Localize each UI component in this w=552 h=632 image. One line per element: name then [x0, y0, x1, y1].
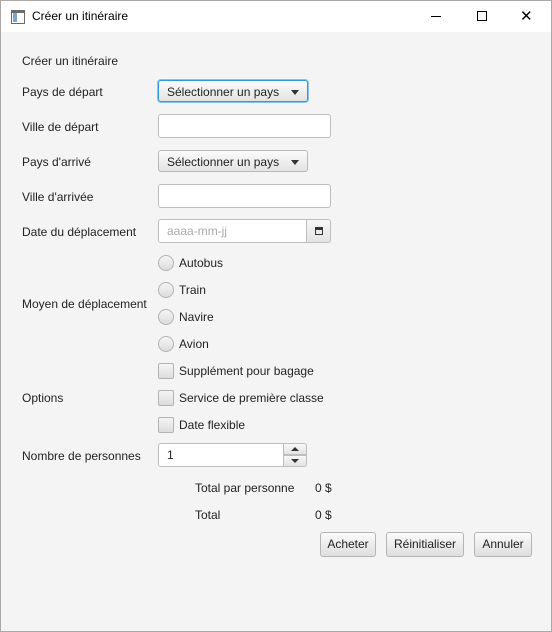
- radio-label: Navire: [179, 310, 214, 324]
- chevron-down-icon: [291, 459, 299, 463]
- app-icon: [11, 10, 25, 24]
- minimize-button[interactable]: [413, 1, 459, 32]
- total-per-person-label: Total par personne: [195, 481, 295, 495]
- total-label: Total: [195, 508, 221, 522]
- decrement-button[interactable]: [283, 455, 307, 467]
- options-label: Options: [22, 391, 64, 405]
- checkbox[interactable]: [158, 363, 174, 379]
- checkbox-label: Date flexible: [179, 418, 246, 432]
- arrival-country-value: Sélectionner un pays: [167, 155, 280, 169]
- radio-label: Autobus: [179, 256, 224, 270]
- form-heading: Créer un itinéraire: [22, 54, 119, 68]
- app-window: Créer un itinéraire ✕ Créer un itinérair…: [0, 0, 552, 632]
- increment-button[interactable]: [283, 443, 307, 455]
- arrival-country-select[interactable]: Sélectionner un pays: [158, 150, 308, 172]
- checkbox-label: Service de première classe: [179, 391, 324, 405]
- departure-country-value: Sélectionner un pays: [167, 85, 280, 99]
- radio-button[interactable]: [158, 336, 174, 352]
- persons-input[interactable]: [158, 443, 284, 467]
- cancel-button[interactable]: Annuler: [474, 532, 532, 557]
- chevron-down-icon: [291, 160, 299, 165]
- arrival-city-input[interactable]: [158, 184, 331, 208]
- persons-spinner: [158, 443, 307, 467]
- maximize-icon: [477, 11, 487, 21]
- chevron-down-icon: [291, 90, 299, 95]
- radio-label: Avion: [179, 337, 209, 351]
- arrival-city-label: Ville d'arrivée: [22, 190, 94, 204]
- departure-country-select[interactable]: Sélectionner un pays: [158, 80, 308, 102]
- departure-country-label: Pays de départ: [22, 85, 103, 99]
- radio-button[interactable]: [158, 282, 174, 298]
- window-title: Créer un itinéraire: [32, 9, 129, 23]
- close-button[interactable]: ✕: [505, 1, 551, 32]
- total-per-person-value: 0 $: [315, 481, 332, 495]
- calendar-icon: [315, 227, 323, 235]
- travel-date-input[interactable]: [158, 219, 307, 243]
- departure-city-input[interactable]: [158, 114, 331, 138]
- travel-date-picker: [158, 219, 331, 243]
- radio-button[interactable]: [158, 309, 174, 325]
- chevron-up-icon: [291, 447, 299, 451]
- checkbox[interactable]: [158, 417, 174, 433]
- radio-button[interactable]: [158, 255, 174, 271]
- buy-button[interactable]: Acheter: [320, 532, 376, 557]
- transport-label: Moyen de déplacement: [22, 297, 147, 311]
- calendar-button[interactable]: [306, 219, 331, 243]
- total-value: 0 $: [315, 508, 332, 522]
- checkbox[interactable]: [158, 390, 174, 406]
- reset-button[interactable]: Réinitialiser: [386, 532, 464, 557]
- arrival-country-label: Pays d'arrivé: [22, 155, 91, 169]
- maximize-button[interactable]: [459, 1, 505, 32]
- checkbox-label: Supplément pour bagage: [179, 364, 314, 378]
- departure-city-label: Ville de départ: [22, 120, 99, 134]
- close-icon: ✕: [520, 7, 533, 25]
- minimize-icon: [431, 16, 441, 17]
- radio-label: Train: [179, 283, 206, 297]
- persons-label: Nombre de personnes: [22, 449, 141, 463]
- travel-date-label: Date du déplacement: [22, 225, 137, 239]
- title-bar: Créer un itinéraire ✕: [1, 1, 551, 32]
